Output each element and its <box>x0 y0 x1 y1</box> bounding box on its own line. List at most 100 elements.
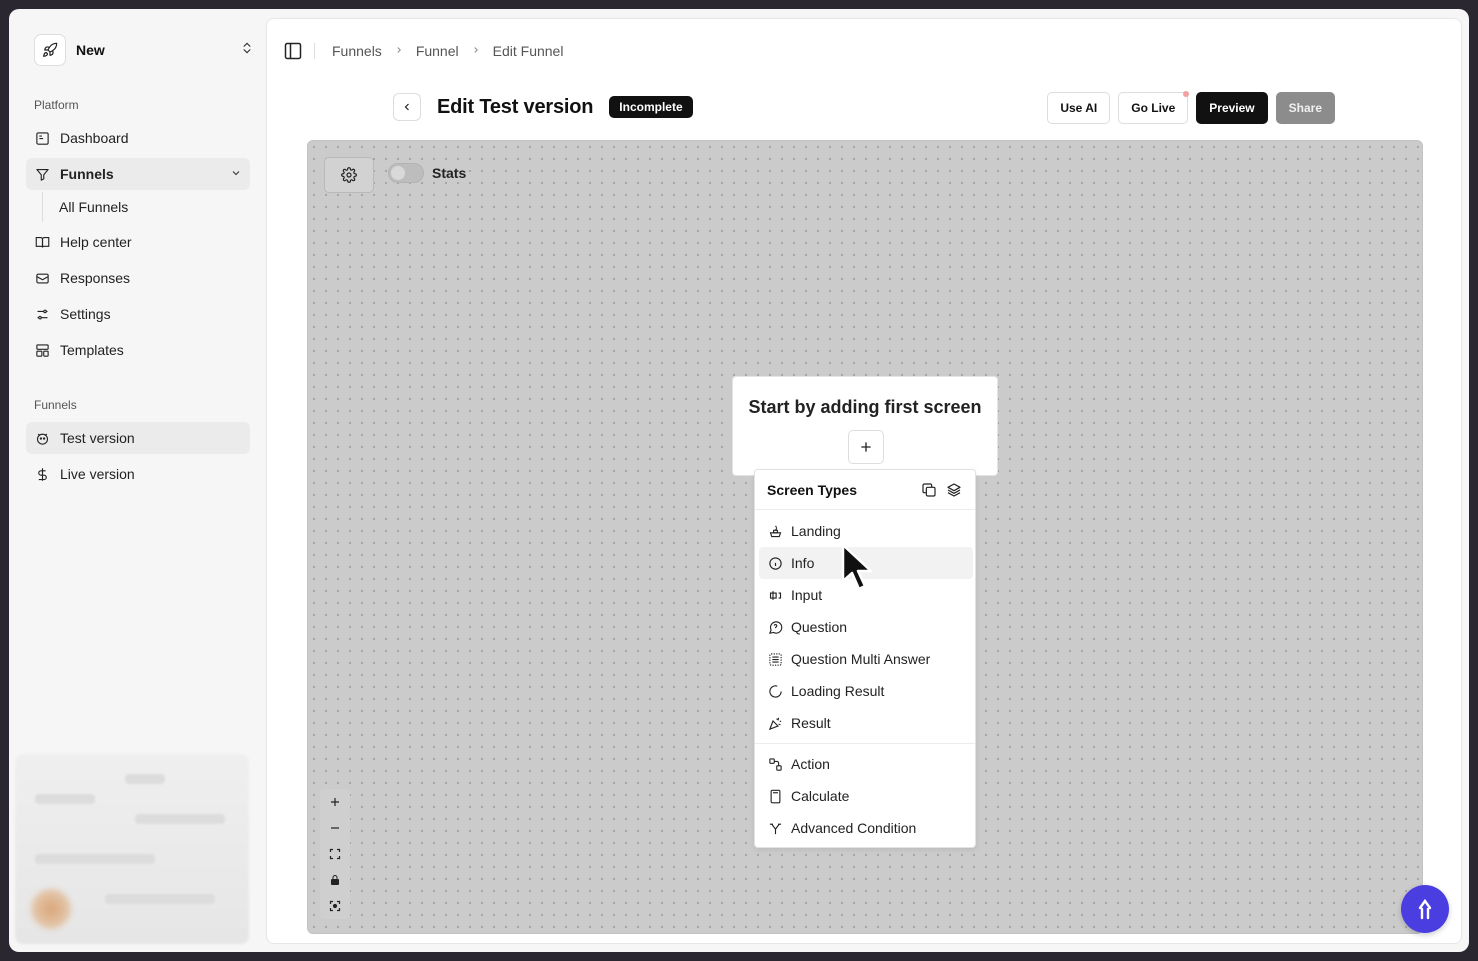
dollar-icon <box>34 466 50 482</box>
fit-view-button[interactable] <box>320 841 350 867</box>
share-button[interactable]: Share <box>1275 92 1335 124</box>
sidebar-item-dashboard[interactable]: Dashboard <box>26 122 250 154</box>
sidebar-item-help-center[interactable]: Help center <box>26 226 250 258</box>
topbar: Funnels Funnel Edit Funnel <box>267 19 1461 83</box>
confetti-icon <box>767 715 783 731</box>
zoom-in-button[interactable] <box>320 789 350 815</box>
menu-item-action[interactable]: Action <box>759 748 973 780</box>
test-icon <box>34 430 50 446</box>
sidebar-item-test-version[interactable]: Test version <box>26 422 250 454</box>
sidebar-subitem-all-funnels[interactable]: All Funnels <box>59 192 128 222</box>
lock-button[interactable] <box>320 867 350 893</box>
copy-icon[interactable] <box>920 481 938 499</box>
sidebar-item-label: Settings <box>60 306 111 322</box>
team-switcher[interactable]: New <box>34 32 254 68</box>
use-ai-button[interactable]: Use AI <box>1047 92 1111 124</box>
app-window: New Platform Dashboard Funnels All Funne… <box>9 9 1469 952</box>
main-panel: Funnels Funnel Edit Funnel Edit Test ver… <box>266 18 1462 944</box>
landing-icon <box>767 523 783 539</box>
sidebar-item-templates[interactable]: Templates <box>26 334 250 366</box>
team-name: New <box>76 42 105 58</box>
focus-icon <box>329 900 341 912</box>
sidebar-item-settings[interactable]: Settings <box>26 298 250 330</box>
back-button[interactable] <box>393 93 421 121</box>
preview-button[interactable]: Preview <box>1196 92 1268 124</box>
menu-item-label: Action <box>791 756 830 772</box>
chat-widget-icon <box>1418 898 1432 920</box>
menu-item-calculate[interactable]: Calculate <box>759 780 973 812</box>
breadcrumb: Funnels Funnel Edit Funnel <box>332 41 563 61</box>
mouse-cursor-icon <box>841 543 873 591</box>
sidebar-item-label: Help center <box>60 234 132 250</box>
canvas-settings-button[interactable] <box>324 157 374 193</box>
menu-title: Screen Types <box>767 482 858 498</box>
sidebar-item-responses[interactable]: Responses <box>26 262 250 294</box>
menu-item-label: Loading Result <box>791 683 885 699</box>
page-header: Edit Test version Incomplete <box>393 92 693 122</box>
book-icon <box>34 234 50 250</box>
stats-toggle[interactable] <box>388 163 424 183</box>
loading-icon <box>767 683 783 699</box>
notification-dot <box>1183 91 1190 97</box>
page-title: Edit Test version <box>437 95 594 118</box>
menu-item-question-multi-answer[interactable]: Question Multi Answer <box>759 643 973 675</box>
breadcrumb-edit-funnel: Edit Funnel <box>492 43 564 59</box>
menu-item-label: Question Multi Answer <box>791 651 931 667</box>
menu-item-label: Result <box>791 715 831 731</box>
zoom-controls <box>320 789 350 919</box>
breadcrumb-funnel[interactable]: Funnel <box>416 43 459 59</box>
menu-item-loading-result[interactable]: Loading Result <box>759 675 973 707</box>
rocket-icon <box>34 34 66 66</box>
gear-icon <box>341 167 357 183</box>
question-icon <box>767 619 783 635</box>
help-chat-button[interactable] <box>1401 885 1449 933</box>
menu-item-label: Advanced Condition <box>791 820 917 836</box>
menu-header: Screen Types <box>755 470 975 510</box>
input-icon <box>767 587 783 603</box>
sidebar-item-label: Responses <box>60 270 131 286</box>
chevron-right-icon <box>394 44 404 58</box>
funnel-icon <box>34 166 50 182</box>
start-card-title: Start by adding first screen <box>748 397 982 417</box>
menu-item-label: Question <box>791 619 848 635</box>
sidebar-toggle-icon[interactable] <box>283 41 303 61</box>
go-live-label: Go Live <box>1131 101 1176 115</box>
platform-section-label: Platform <box>34 98 79 112</box>
chevron-down-icon <box>230 166 242 182</box>
topbar-divider <box>314 43 315 59</box>
menu-item-label: Calculate <box>791 788 850 804</box>
add-screen-button[interactable] <box>848 430 884 464</box>
dashboard-icon <box>34 130 50 146</box>
sidebar-item-live-version[interactable]: Live version <box>26 458 250 490</box>
chevron-right-icon <box>471 44 481 58</box>
sidebar: New Platform Dashboard Funnels All Funne… <box>9 9 265 952</box>
avatar[interactable] <box>31 889 71 929</box>
expand-icon <box>329 848 341 860</box>
sidebar-item-funnels[interactable]: Funnels <box>26 158 250 190</box>
multi-answer-icon <box>767 651 783 667</box>
sidebar-item-label: Live version <box>60 466 135 482</box>
menu-item-advanced-condition[interactable]: Advanced Condition <box>759 812 973 844</box>
layers-icon[interactable] <box>945 481 963 499</box>
sliders-icon <box>34 306 50 322</box>
funnel-canvas[interactable]: Stats Start by adding first screen Scree… <box>307 140 1423 934</box>
menu-item-question[interactable]: Question <box>759 611 973 643</box>
menu-item-result[interactable]: Result <box>759 707 973 739</box>
layout-icon <box>34 342 50 358</box>
menu-divider <box>755 743 975 744</box>
menu-item-label: Info <box>791 555 815 571</box>
stats-label: Stats <box>432 165 467 181</box>
chevron-left-icon <box>404 103 409 111</box>
screen-types-menu: Screen Types Landing Info Input Question… <box>754 469 976 848</box>
breadcrumb-funnels[interactable]: Funnels <box>332 43 382 59</box>
menu-item-label: Landing <box>791 523 841 539</box>
zoom-out-button[interactable] <box>320 815 350 841</box>
focus-button[interactable] <box>320 893 350 919</box>
plus-icon <box>331 798 339 806</box>
sidebar-item-label: Dashboard <box>60 130 129 146</box>
plus-icon <box>861 442 871 452</box>
sidebar-item-label: Templates <box>60 342 124 358</box>
go-live-button[interactable]: Go Live <box>1118 91 1190 124</box>
status-badge: Incomplete <box>609 96 693 118</box>
menu-item-label: Input <box>791 587 823 603</box>
